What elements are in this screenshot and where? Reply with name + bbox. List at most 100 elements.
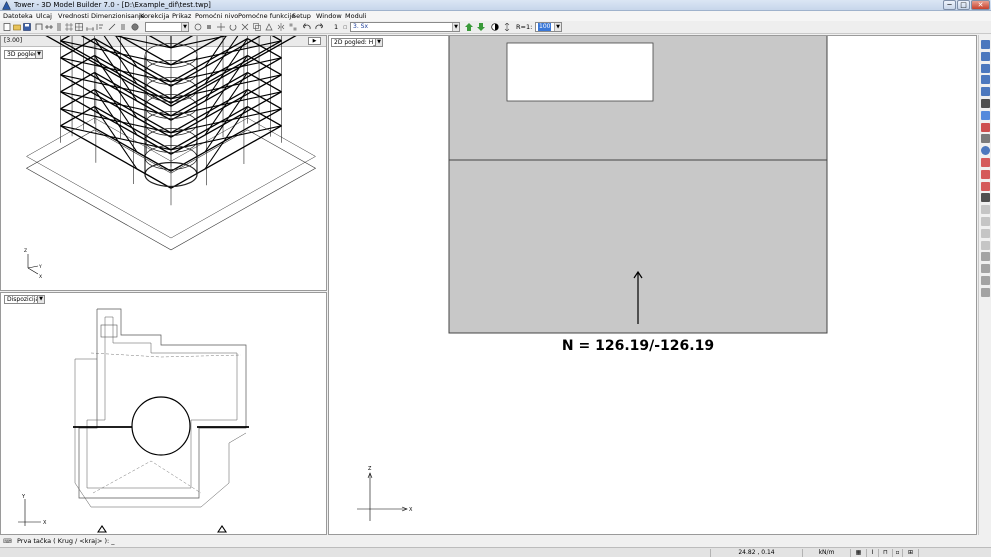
open-folder-icon[interactable] xyxy=(13,23,21,31)
triangle-tool-icon[interactable] xyxy=(265,23,273,31)
floor-beam-1-3 xyxy=(170,125,282,189)
menu-pomocne-funkcije[interactable]: Pomoćne funkcije xyxy=(238,12,295,20)
column-small-icon[interactable] xyxy=(981,287,990,297)
polar-toggle-icon[interactable]: ▫ xyxy=(892,549,902,557)
align-icon[interactable] xyxy=(981,276,990,285)
support-icon[interactable] xyxy=(981,228,990,238)
settings-circle-icon[interactable] xyxy=(131,23,139,31)
panel-3d-view[interactable]: [3.00] ▶ 3D pogled ▼ ZXY xyxy=(0,35,327,291)
axis-x-3d-label: X xyxy=(39,274,42,280)
ortho-toggle-icon[interactable]: Ⅰ xyxy=(866,549,878,557)
menu-moduli[interactable]: Moduli xyxy=(345,12,366,20)
panel-disposition[interactable]: Dispozicija ▼ XY xyxy=(0,292,327,535)
pause-tool-icon[interactable] xyxy=(119,23,127,31)
table-icon[interactable] xyxy=(75,23,83,31)
grid-icon[interactable] xyxy=(65,23,73,31)
load-case-combo[interactable]: 3. Sx ▼ xyxy=(350,22,460,32)
layer-toggle-icon[interactable]: ⊞ xyxy=(902,549,918,557)
support-marker-left xyxy=(96,525,108,533)
window-title: Tower - 3D Model Builder 7.0 - [D:\Examp… xyxy=(14,1,211,9)
model-3d-drawing[interactable]: Z XY xyxy=(1,36,328,292)
pointer-icon[interactable] xyxy=(981,99,990,108)
new-file-icon[interactable] xyxy=(3,23,11,31)
frame-icon[interactable] xyxy=(35,23,43,31)
grid-toggle-icon[interactable]: ▦ xyxy=(850,549,866,557)
menu-pomocni-nivo[interactable]: Pomoćni nivo xyxy=(195,12,238,20)
redo-icon[interactable] xyxy=(315,23,323,31)
select-window-icon[interactable] xyxy=(981,51,990,61)
resize-icon[interactable] xyxy=(503,23,511,31)
diag-beam-c-7 xyxy=(204,36,227,68)
move-icon[interactable] xyxy=(217,23,225,31)
load-icon[interactable] xyxy=(981,158,990,167)
edge-beam-7 xyxy=(136,66,172,87)
info-icon[interactable] xyxy=(981,146,990,156)
axis-y-3d-label: Y xyxy=(38,264,42,270)
status-spacer xyxy=(918,549,991,557)
menu-window[interactable]: Window xyxy=(316,12,342,20)
plan-view-icon[interactable] xyxy=(981,252,990,262)
layer-combo[interactable]: ▼ xyxy=(145,22,189,32)
wall-opening[interactable] xyxy=(506,42,654,102)
beam-icon[interactable] xyxy=(45,23,53,31)
command-line[interactable]: ⌨ Prva tačka ( Krug / <kraj> ): _ xyxy=(0,536,991,547)
select-icon[interactable] xyxy=(981,40,990,49)
edge-beam-6 xyxy=(136,83,172,104)
menu-korekcija[interactable]: Korekcija xyxy=(140,12,169,20)
menu-datoteka[interactable]: Datoteka xyxy=(3,12,33,20)
command-prompt-icon: ⌨ xyxy=(3,538,12,545)
axis-z-3d-label: Z xyxy=(24,248,27,254)
close-button[interactable]: ✕ xyxy=(971,0,990,10)
chevron-down-icon: ▼ xyxy=(181,23,188,31)
units-readout: kN/m xyxy=(802,549,850,557)
select-layer-icon[interactable] xyxy=(981,75,990,85)
snap-red-icon[interactable] xyxy=(981,122,990,132)
cut-icon[interactable] xyxy=(981,169,990,179)
scale-label: R=1: xyxy=(516,23,533,31)
hand-pan-icon[interactable] xyxy=(981,193,990,203)
dimension-icon[interactable] xyxy=(86,23,94,31)
zoom-window-icon[interactable] xyxy=(981,110,990,120)
main-toolbar: ▼ 1 ▫ 3. Sx ▼ R=1: 100 ▼ xyxy=(0,21,991,34)
node-icon[interactable] xyxy=(205,23,213,31)
beam-small-icon[interactable] xyxy=(981,217,990,226)
menu-ulcaj[interactable]: Ulcaj xyxy=(36,12,52,20)
snap-toggle-icon[interactable]: ⊓ xyxy=(878,549,892,557)
draw-icon[interactable] xyxy=(981,181,990,191)
menu-setup[interactable]: Setup xyxy=(292,12,311,20)
maximize-button[interactable]: □ xyxy=(957,0,970,10)
undo-icon[interactable] xyxy=(303,23,311,31)
measure-icon[interactable] xyxy=(981,134,990,144)
slash-tool-icon[interactable] xyxy=(108,23,116,31)
minimize-button[interactable]: ─ xyxy=(943,0,956,10)
menu-prikaz[interactable]: Prikaz xyxy=(172,12,191,20)
tree-icon[interactable] xyxy=(981,240,990,250)
align-icon[interactable] xyxy=(96,23,104,31)
contrast-icon[interactable] xyxy=(491,23,499,31)
title-bar: Tower - 3D Model Builder 7.0 - [D:\Examp… xyxy=(0,0,991,11)
select-all-icon[interactable] xyxy=(981,87,990,97)
edge-beam-2 xyxy=(136,151,172,172)
prev-case-icon[interactable] xyxy=(465,23,473,31)
save-icon[interactable] xyxy=(23,23,31,31)
disposition-drawing[interactable]: XY xyxy=(1,293,328,536)
layers-icon[interactable] xyxy=(981,264,990,274)
menu-dimenzionisanje[interactable]: Dimenzionisanje xyxy=(91,12,145,20)
next-case-icon[interactable] xyxy=(477,23,485,31)
grid-small-icon[interactable] xyxy=(981,205,990,215)
mirror-icon[interactable] xyxy=(277,23,285,31)
menu-bar: Datoteka Ulcaj Vrednosti Dimenzionisanje… xyxy=(0,11,991,21)
snap-icon[interactable] xyxy=(194,23,202,31)
wall-2d-drawing[interactable]: N = 126.19/-126.19 X Z xyxy=(329,36,978,536)
rotate-icon[interactable] xyxy=(229,23,237,31)
array-icon[interactable] xyxy=(289,23,297,31)
copy-icon[interactable] xyxy=(253,23,261,31)
scissors-icon[interactable] xyxy=(241,23,249,31)
step-separator-icon: ▫ xyxy=(343,23,348,31)
column-icon[interactable] xyxy=(55,23,63,31)
scale-value: 100 xyxy=(538,23,552,31)
panel-2d-view[interactable]: 2D pogled: H_4 ▼ N = 126.19/-126.19 X Z xyxy=(328,35,977,535)
menu-vrednosti[interactable]: Vrednosti xyxy=(58,12,89,20)
scale-combo[interactable]: 100 ▼ xyxy=(535,22,562,32)
select-crossing-icon[interactable] xyxy=(981,63,990,73)
